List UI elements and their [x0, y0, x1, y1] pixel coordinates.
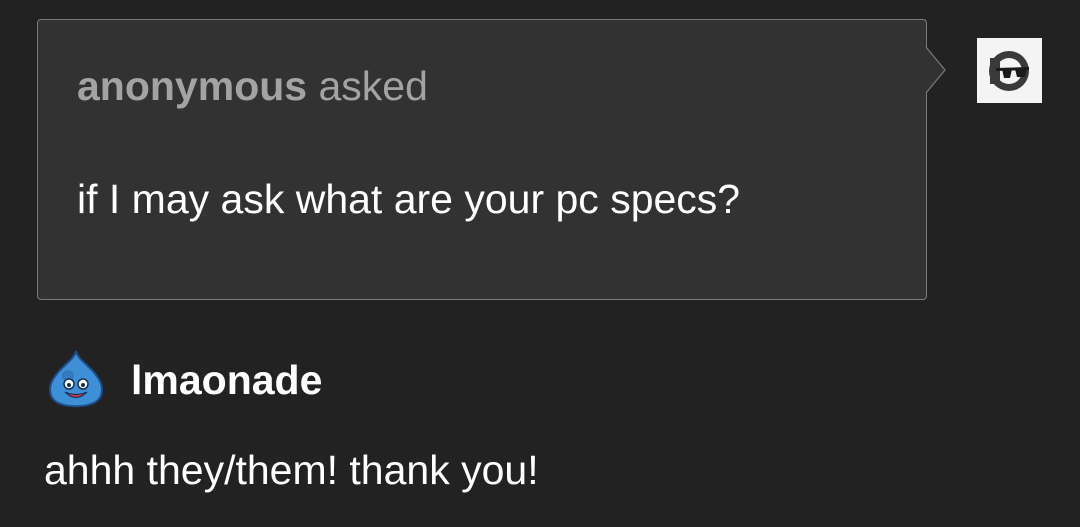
sunglasses-face-icon: [989, 51, 1029, 91]
bubble-pointer: [925, 46, 946, 94]
ask-verb: asked: [307, 63, 428, 109]
ask-box: anonymous asked if I may ask what are yo…: [37, 19, 927, 300]
ask-header: anonymous asked: [77, 62, 428, 110]
asker-name[interactable]: anonymous: [77, 63, 307, 109]
answerer-name[interactable]: lmaonade: [131, 356, 322, 404]
answer-text: ahhh they/them! thank you!: [44, 447, 539, 493]
ask-question: if I may ask what are your pc specs?: [77, 176, 741, 222]
asker-avatar[interactable]: [977, 38, 1042, 103]
blue-slime-icon[interactable]: [44, 348, 108, 410]
